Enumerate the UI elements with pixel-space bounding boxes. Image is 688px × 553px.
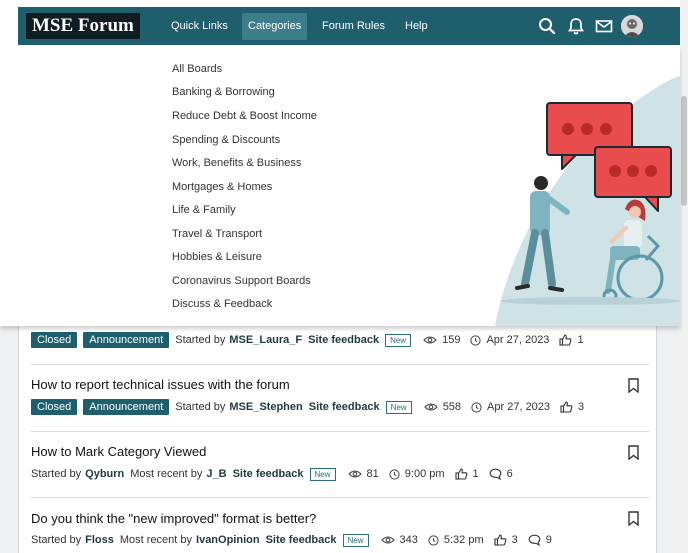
thumbs-up-icon bbox=[494, 534, 507, 546]
category-banking-borrowing[interactable]: Banking & Borrowing bbox=[172, 85, 275, 99]
closed-badge: Closed bbox=[31, 332, 78, 348]
top-bar: MSE Forum Quick Links Categories Forum R… bbox=[0, 0, 680, 52]
category-reduce-debt[interactable]: Reduce Debt & Boost Income bbox=[172, 109, 317, 123]
bell-icon[interactable] bbox=[566, 16, 586, 36]
chat-illustration bbox=[495, 76, 680, 326]
topic-title[interactable]: How to Mark Category Viewed bbox=[31, 444, 206, 459]
likes-count: 1 bbox=[454, 468, 479, 480]
last-activity: Apr 27, 2023 bbox=[471, 401, 550, 413]
clock-icon bbox=[470, 334, 482, 346]
categories-dropdown: All Boards Banking & Borrowing Reduce De… bbox=[0, 46, 680, 326]
navbar: MSE Forum Quick Links Categories Forum R… bbox=[18, 7, 680, 45]
author-link[interactable]: MSE_Stephen bbox=[229, 401, 302, 413]
comment-icon bbox=[489, 468, 502, 480]
last-activity: 5:32 pm bbox=[428, 534, 484, 546]
last-activity: 9:00 pm bbox=[389, 468, 445, 480]
user-avatar[interactable] bbox=[621, 15, 643, 37]
board-link[interactable]: Site feedback bbox=[309, 401, 380, 413]
author-link[interactable]: Floss bbox=[85, 534, 114, 546]
topic-title[interactable]: How to report technical issues with the … bbox=[31, 377, 290, 392]
recent-author-link[interactable]: J_B bbox=[206, 468, 226, 480]
bookmark-icon[interactable] bbox=[627, 511, 640, 526]
started-by-label: Started by bbox=[31, 468, 82, 480]
last-activity: Apr 27, 2023 bbox=[470, 334, 549, 346]
new-tag: New bbox=[385, 333, 412, 347]
comments-count: 6 bbox=[489, 468, 513, 480]
topic-title[interactable]: Do you think the "new improved" format i… bbox=[31, 511, 316, 526]
thumbs-up-icon bbox=[559, 334, 572, 346]
new-tag: New bbox=[309, 467, 336, 481]
nav-categories[interactable]: Categories bbox=[242, 13, 308, 40]
category-coronavirus-support[interactable]: Coronavirus Support Boards bbox=[172, 274, 311, 288]
category-discuss-feedback[interactable]: Discuss & Feedback bbox=[172, 297, 272, 311]
views-count: 159 bbox=[423, 334, 460, 346]
likes-count: 1 bbox=[559, 334, 584, 346]
eye-icon bbox=[423, 403, 438, 411]
nav-quick-links[interactable]: Quick Links bbox=[165, 13, 234, 40]
row-divider bbox=[31, 497, 649, 498]
author-link[interactable]: Qyburn bbox=[85, 468, 124, 480]
scrollbar-thumb[interactable] bbox=[681, 96, 687, 206]
thumbs-up-icon bbox=[560, 401, 573, 413]
started-by-label: Started by bbox=[31, 534, 82, 546]
eye-icon bbox=[347, 470, 362, 478]
category-work-benefits[interactable]: Work, Benefits & Business bbox=[172, 156, 301, 170]
category-life-family[interactable]: Life & Family bbox=[172, 203, 236, 217]
site-logo[interactable]: MSE Forum bbox=[26, 13, 140, 39]
clock-icon bbox=[471, 401, 482, 413]
bookmark-icon[interactable] bbox=[627, 378, 640, 393]
comment-icon bbox=[528, 534, 541, 546]
eye-icon bbox=[423, 336, 437, 344]
clock-icon bbox=[389, 468, 400, 480]
bookmark-icon[interactable] bbox=[627, 445, 640, 460]
category-all-boards[interactable]: All Boards bbox=[172, 62, 222, 76]
new-tag: New bbox=[385, 400, 412, 414]
row-divider bbox=[31, 431, 649, 432]
search-icon[interactable] bbox=[537, 16, 557, 36]
mail-icon[interactable] bbox=[594, 16, 614, 36]
category-travel-transport[interactable]: Travel & Transport bbox=[172, 227, 262, 241]
new-tag: New bbox=[342, 533, 369, 547]
views-count: 558 bbox=[423, 401, 461, 413]
topic-meta: Closed Announcement Started by MSE_Laura… bbox=[31, 331, 594, 349]
category-mortgages-homes[interactable]: Mortgages & Homes bbox=[172, 180, 272, 194]
category-spending-discounts[interactable]: Spending & Discounts bbox=[172, 133, 280, 147]
recent-author-link[interactable]: IvanOpinion bbox=[196, 534, 260, 546]
most-recent-label: Most recent by bbox=[119, 534, 193, 546]
category-hobbies-leisure[interactable]: Hobbies & Leisure bbox=[172, 250, 262, 264]
eye-icon bbox=[380, 536, 395, 544]
nav-forum-rules[interactable]: Forum Rules bbox=[316, 13, 391, 40]
started-by-label: Started by bbox=[175, 401, 226, 413]
announcement-badge: Announcement bbox=[83, 332, 170, 348]
started-by-label: Started by bbox=[175, 334, 226, 346]
author-link[interactable]: MSE_Laura_F bbox=[229, 334, 302, 346]
likes-count: 3 bbox=[494, 534, 518, 546]
comments-count: 9 bbox=[528, 534, 552, 546]
topic-meta: Closed Announcement Started by MSE_Steph… bbox=[31, 398, 594, 416]
closed-badge: Closed bbox=[31, 399, 78, 415]
board-link[interactable]: Site feedback bbox=[233, 468, 304, 480]
nav-help[interactable]: Help bbox=[399, 13, 434, 40]
board-link[interactable]: Site feedback bbox=[308, 334, 379, 346]
most-recent-label: Most recent by bbox=[130, 468, 203, 480]
thumbs-up-icon bbox=[454, 468, 467, 480]
views-count: 343 bbox=[380, 534, 418, 546]
announcement-badge: Announcement bbox=[83, 399, 170, 415]
row-divider bbox=[31, 364, 649, 365]
views-count: 81 bbox=[347, 468, 379, 480]
topic-meta: Started by Floss Most recent by IvanOpin… bbox=[31, 531, 562, 549]
topic-list: Closed Announcement Started by MSE_Laura… bbox=[18, 320, 657, 553]
likes-count: 3 bbox=[560, 401, 584, 413]
page-scrollbar[interactable] bbox=[680, 0, 688, 553]
board-link[interactable]: Site feedback bbox=[266, 534, 337, 546]
clock-icon bbox=[428, 534, 439, 546]
topic-meta: Started by Qyburn Most recent by J_B Sit… bbox=[31, 465, 523, 483]
